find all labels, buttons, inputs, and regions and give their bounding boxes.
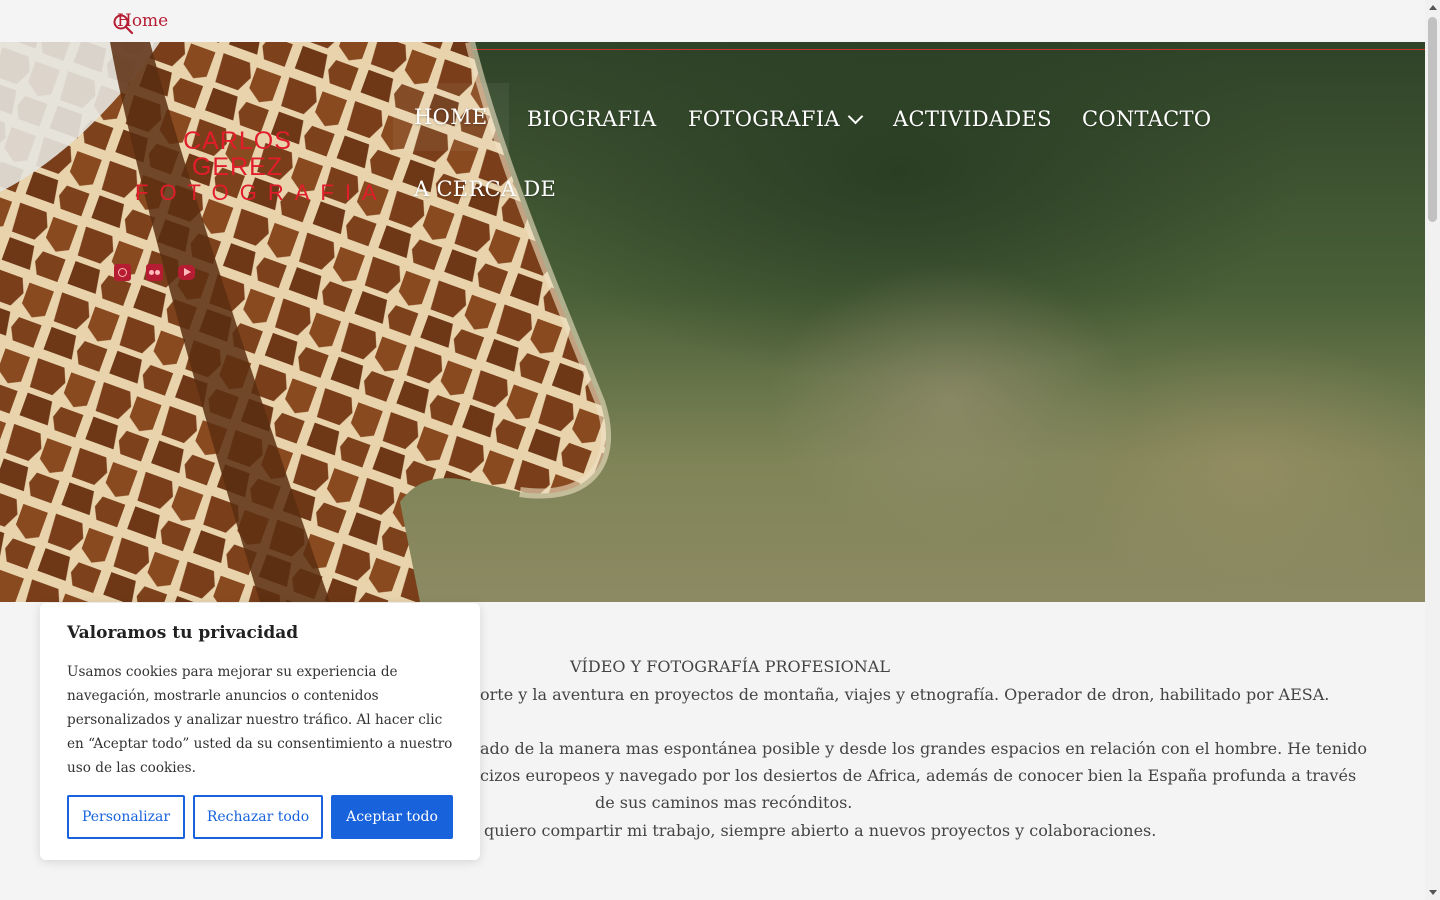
site-logo[interactable]: CARLOS GEREZ FOTOGRAFIA — [135, 127, 388, 206]
intro-text-1: orte y la aventura en proyectos de monta… — [480, 685, 1330, 704]
nav-fotografia[interactable]: FOTOGRAFIA — [688, 107, 864, 131]
intro-text-3: cizos europeos y navegado por los desier… — [480, 766, 1357, 785]
cookie-text: Usamos cookies para mejorar su experienc… — [67, 664, 453, 776]
scrollbar-thumb[interactable] — [1428, 17, 1437, 222]
nav-actividades[interactable]: ACTIVIDADES — [893, 107, 1052, 131]
intro-text-5: quiero compartir mi trabajo, siempre abi… — [484, 821, 1157, 840]
scrollbar[interactable] — [1425, 0, 1440, 900]
home-link[interactable]: Home — [117, 11, 168, 31]
cookie-consent-dialog: Valoramos tu privacidad Usamos cookies p… — [40, 603, 480, 860]
intro-heading: VÍDEO Y FOTOGRAFÍA PROFESIONAL — [570, 657, 890, 676]
instagram-icon[interactable] — [114, 264, 131, 281]
customize-button[interactable]: Personalizar — [67, 795, 185, 839]
flickr-icon[interactable] — [146, 264, 163, 281]
nav-contacto[interactable]: CONTACTO — [1082, 107, 1211, 131]
chevron-down-icon — [847, 108, 864, 125]
scroll-up-arrow-icon[interactable] — [1429, 5, 1437, 10]
youtube-icon[interactable] — [178, 265, 195, 280]
logo-line1: CARLOS GEREZ — [183, 127, 292, 181]
nav-fotografia-label: FOTOGRAFIA — [688, 107, 840, 131]
nav-a-cerca-de[interactable]: A CERCA DE — [414, 177, 556, 201]
top-bar: Home — [0, 0, 1425, 42]
nav-home[interactable]: HOME — [393, 83, 509, 151]
intro-text-4: de sus caminos mas recónditos. — [595, 793, 853, 812]
cookie-title: Valoramos tu privacidad — [67, 623, 299, 643]
scroll-down-arrow-icon[interactable] — [1429, 890, 1437, 895]
reject-all-button[interactable]: Rechazar todo — [193, 795, 323, 839]
accept-all-button[interactable]: Aceptar todo — [331, 795, 453, 839]
nav-biografia[interactable]: BIOGRAFIA — [527, 107, 656, 131]
logo-line2: FOTOGRAFIA — [135, 180, 388, 205]
hero-banner: CARLOS GEREZ FOTOGRAFIA HOME BIOGRAFIA F… — [0, 42, 1425, 602]
intro-text-2: ado de la manera mas espontánea posible … — [480, 739, 1367, 758]
